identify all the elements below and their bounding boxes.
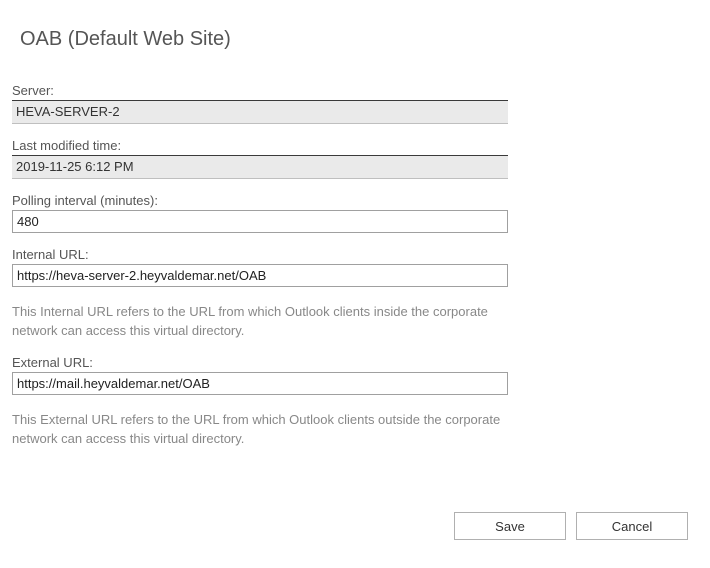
external-url-input[interactable]	[12, 372, 508, 395]
polling-interval-label: Polling interval (minutes):	[12, 193, 500, 208]
internal-url-label: Internal URL:	[12, 247, 500, 262]
field-server: Server: HEVA-SERVER-2	[12, 83, 500, 124]
field-external-url: External URL:	[12, 355, 500, 395]
internal-url-input[interactable]	[12, 264, 508, 287]
save-button[interactable]: Save	[454, 512, 566, 540]
button-bar: Save Cancel	[454, 512, 688, 540]
internal-url-help: This Internal URL refers to the URL from…	[12, 303, 508, 341]
cancel-button[interactable]: Cancel	[576, 512, 688, 540]
server-value: HEVA-SERVER-2	[12, 100, 508, 124]
last-modified-label: Last modified time:	[12, 138, 500, 153]
page-title: OAB (Default Web Site)	[0, 0, 710, 51]
field-last-modified: Last modified time: 2019-11-25 6:12 PM	[12, 138, 500, 179]
external-url-help: This External URL refers to the URL from…	[12, 411, 508, 449]
server-label: Server:	[12, 83, 500, 98]
field-internal-url: Internal URL:	[12, 247, 500, 287]
polling-interval-input[interactable]	[12, 210, 508, 233]
last-modified-value: 2019-11-25 6:12 PM	[12, 155, 508, 179]
external-url-label: External URL:	[12, 355, 500, 370]
form-container: Server: HEVA-SERVER-2 Last modified time…	[0, 51, 520, 448]
field-polling-interval: Polling interval (minutes):	[12, 193, 500, 233]
